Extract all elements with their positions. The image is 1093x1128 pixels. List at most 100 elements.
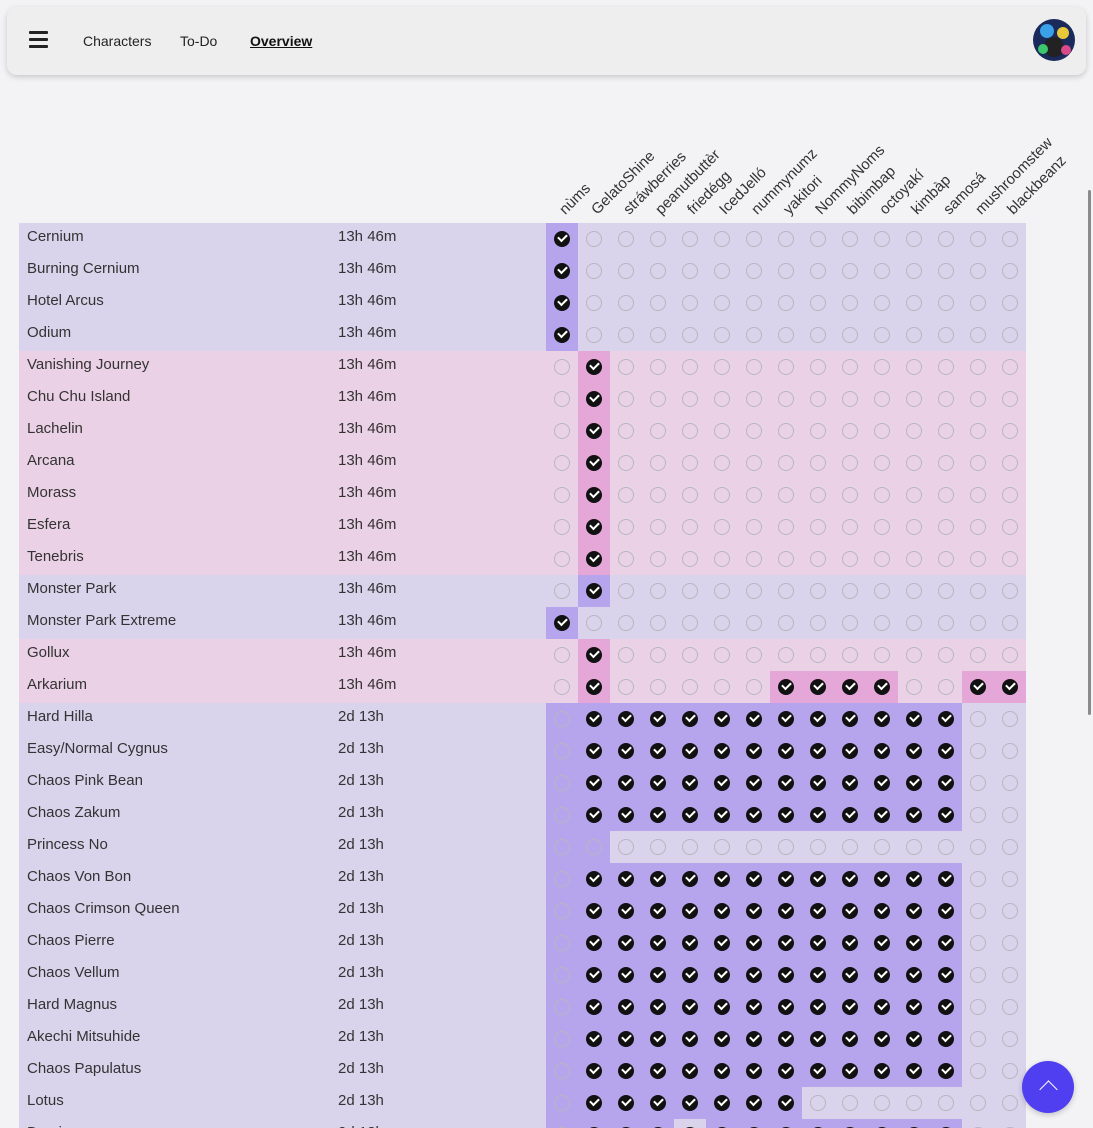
checkbox-cell[interactable] bbox=[546, 735, 578, 767]
checkbox-cell[interactable] bbox=[642, 1023, 674, 1055]
checkbox-cell[interactable] bbox=[706, 351, 738, 383]
checkbox-cell[interactable] bbox=[738, 703, 770, 735]
checkbox-cell[interactable] bbox=[610, 767, 642, 799]
checkbox-cell[interactable] bbox=[834, 1119, 866, 1128]
checkbox-cell[interactable] bbox=[706, 511, 738, 543]
checkbox-cell[interactable] bbox=[578, 639, 610, 671]
checkbox-cell[interactable] bbox=[994, 287, 1026, 319]
checkbox-cell[interactable] bbox=[962, 831, 994, 863]
hamburger-menu-icon[interactable] bbox=[29, 31, 48, 49]
checkbox-cell[interactable] bbox=[642, 703, 674, 735]
checkbox-cell[interactable] bbox=[642, 351, 674, 383]
checkbox-cell[interactable] bbox=[578, 351, 610, 383]
checkbox-cell[interactable] bbox=[706, 1119, 738, 1128]
checkbox-cell[interactable] bbox=[898, 927, 930, 959]
checkbox-cell[interactable] bbox=[898, 703, 930, 735]
user-avatar[interactable] bbox=[1033, 19, 1075, 61]
checkbox-cell[interactable] bbox=[930, 223, 962, 255]
checkbox-cell[interactable] bbox=[770, 831, 802, 863]
checkbox-cell[interactable] bbox=[546, 959, 578, 991]
checkbox-cell[interactable] bbox=[546, 991, 578, 1023]
checkbox-cell[interactable] bbox=[994, 863, 1026, 895]
checkbox-cell[interactable] bbox=[930, 511, 962, 543]
checkbox-cell[interactable] bbox=[578, 511, 610, 543]
checkbox-cell[interactable] bbox=[578, 735, 610, 767]
checkbox-cell[interactable] bbox=[866, 703, 898, 735]
checkbox-cell[interactable] bbox=[642, 415, 674, 447]
checkbox-cell[interactable] bbox=[770, 543, 802, 575]
checkbox-cell[interactable] bbox=[962, 511, 994, 543]
checkbox-cell[interactable] bbox=[866, 767, 898, 799]
checkbox-cell[interactable] bbox=[930, 831, 962, 863]
checkbox-cell[interactable] bbox=[770, 479, 802, 511]
checkbox-cell[interactable] bbox=[546, 895, 578, 927]
checkbox-cell[interactable] bbox=[738, 223, 770, 255]
checkbox-cell[interactable] bbox=[770, 607, 802, 639]
checkbox-cell[interactable] bbox=[770, 895, 802, 927]
checkbox-cell[interactable] bbox=[898, 351, 930, 383]
checkbox-cell[interactable] bbox=[578, 895, 610, 927]
checkbox-cell[interactable] bbox=[834, 287, 866, 319]
checkbox-cell[interactable] bbox=[866, 831, 898, 863]
checkbox-cell[interactable] bbox=[738, 991, 770, 1023]
checkbox-cell[interactable] bbox=[866, 735, 898, 767]
checkbox-cell[interactable] bbox=[802, 703, 834, 735]
checkbox-cell[interactable] bbox=[546, 607, 578, 639]
checkbox-cell[interactable] bbox=[834, 671, 866, 703]
checkbox-cell[interactable] bbox=[770, 1087, 802, 1119]
checkbox-cell[interactable] bbox=[930, 703, 962, 735]
checkbox-cell[interactable] bbox=[642, 831, 674, 863]
checkbox-cell[interactable] bbox=[642, 511, 674, 543]
checkbox-cell[interactable] bbox=[802, 831, 834, 863]
checkbox-cell[interactable] bbox=[610, 351, 642, 383]
checkbox-cell[interactable] bbox=[866, 671, 898, 703]
checkbox-cell[interactable] bbox=[898, 383, 930, 415]
checkbox-cell[interactable] bbox=[802, 415, 834, 447]
checkbox-cell[interactable] bbox=[866, 799, 898, 831]
checkbox-cell[interactable] bbox=[610, 543, 642, 575]
checkbox-cell[interactable] bbox=[546, 1087, 578, 1119]
checkbox-cell[interactable] bbox=[674, 287, 706, 319]
checkbox-cell[interactable] bbox=[770, 223, 802, 255]
checkbox-cell[interactable] bbox=[962, 927, 994, 959]
checkbox-cell[interactable] bbox=[866, 1023, 898, 1055]
checkbox-cell[interactable] bbox=[738, 767, 770, 799]
checkbox-cell[interactable] bbox=[866, 415, 898, 447]
checkbox-cell[interactable] bbox=[610, 607, 642, 639]
checkbox-cell[interactable] bbox=[610, 415, 642, 447]
checkbox-cell[interactable] bbox=[546, 223, 578, 255]
checkbox-cell[interactable] bbox=[930, 319, 962, 351]
checkbox-cell[interactable] bbox=[898, 1023, 930, 1055]
checkbox-cell[interactable] bbox=[610, 447, 642, 479]
checkbox-cell[interactable] bbox=[802, 543, 834, 575]
checkbox-cell[interactable] bbox=[834, 383, 866, 415]
checkbox-cell[interactable] bbox=[866, 607, 898, 639]
checkbox-cell[interactable] bbox=[738, 1023, 770, 1055]
checkbox-cell[interactable] bbox=[834, 1087, 866, 1119]
checkbox-cell[interactable] bbox=[706, 319, 738, 351]
checkbox-cell[interactable] bbox=[898, 479, 930, 511]
checkbox-cell[interactable] bbox=[578, 767, 610, 799]
checkbox-cell[interactable] bbox=[962, 639, 994, 671]
checkbox-cell[interactable] bbox=[834, 799, 866, 831]
checkbox-cell[interactable] bbox=[674, 447, 706, 479]
checkbox-cell[interactable] bbox=[898, 511, 930, 543]
checkbox-cell[interactable] bbox=[674, 991, 706, 1023]
checkbox-cell[interactable] bbox=[546, 1055, 578, 1087]
checkbox-cell[interactable] bbox=[770, 639, 802, 671]
checkbox-cell[interactable] bbox=[994, 1023, 1026, 1055]
checkbox-cell[interactable] bbox=[738, 575, 770, 607]
checkbox-cell[interactable] bbox=[546, 447, 578, 479]
checkbox-cell[interactable] bbox=[642, 319, 674, 351]
checkbox-cell[interactable] bbox=[706, 639, 738, 671]
checkbox-cell[interactable] bbox=[578, 831, 610, 863]
checkbox-cell[interactable] bbox=[770, 1055, 802, 1087]
checkbox-cell[interactable] bbox=[994, 415, 1026, 447]
checkbox-cell[interactable] bbox=[738, 319, 770, 351]
checkbox-cell[interactable] bbox=[994, 991, 1026, 1023]
checkbox-cell[interactable] bbox=[834, 895, 866, 927]
checkbox-cell[interactable] bbox=[546, 415, 578, 447]
checkbox-cell[interactable] bbox=[706, 287, 738, 319]
checkbox-cell[interactable] bbox=[898, 863, 930, 895]
checkbox-cell[interactable] bbox=[546, 927, 578, 959]
